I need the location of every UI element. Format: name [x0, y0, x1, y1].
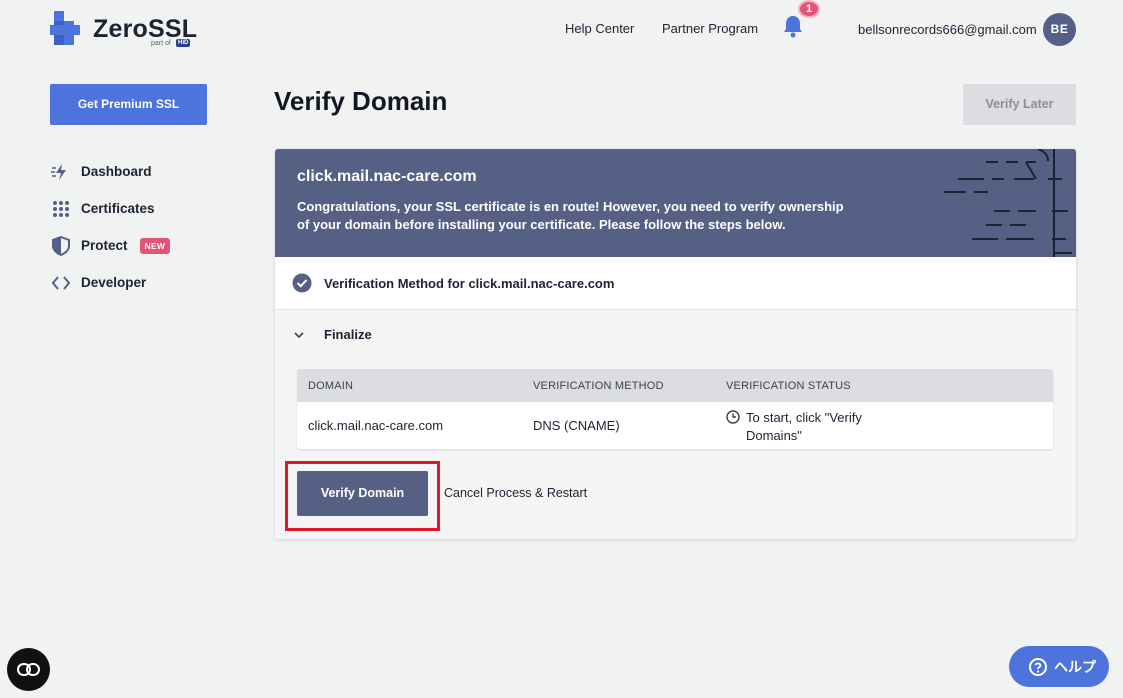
lightning-icon — [50, 162, 72, 182]
column-header-method: VERIFICATION METHOD — [533, 380, 664, 392]
user-email[interactable]: bellsonrecords666@gmail.com — [858, 22, 1037, 37]
page-title: Verify Domain — [274, 86, 448, 116]
sidebar-item-label: Dashboard — [81, 164, 152, 179]
row-status-text: To start, click "Verify Domains" — [746, 410, 862, 443]
verification-method-step[interactable]: Verification Method for click.mail.nac-c… — [275, 257, 1076, 310]
help-center-link[interactable]: Help Center — [565, 21, 634, 36]
avatar[interactable]: BE — [1043, 13, 1076, 46]
code-icon — [50, 273, 72, 293]
help-label: ヘルプ — [1054, 658, 1096, 675]
finalize-step[interactable]: Finalize — [292, 327, 372, 342]
verify-later-button[interactable]: Verify Later — [963, 84, 1076, 125]
step1-label: Verification Method for click.mail.nac-c… — [324, 275, 615, 291]
step2-label: Finalize — [324, 327, 372, 342]
sidebar-nav: Dashboard Certificates Protect NEW Devel… — [50, 153, 171, 301]
check-circle-icon — [292, 273, 312, 293]
table-header: DOMAIN VERIFICATION METHOD VERIFICATION … — [297, 369, 1053, 402]
cancel-process-link[interactable]: Cancel Process & Restart — [444, 486, 587, 500]
sidebar-item-certificates[interactable]: Certificates — [50, 190, 170, 227]
row-method: DNS (CNAME) — [533, 418, 620, 433]
sidebar-item-label: Certificates — [81, 201, 155, 216]
zerossl-logo-icon — [50, 11, 80, 45]
link-widget-button[interactable] — [7, 648, 50, 691]
chevron-down-icon — [294, 331, 304, 338]
row-domain: click.mail.nac-care.com — [308, 418, 444, 433]
clock-icon — [726, 410, 740, 424]
brand-sub: part of — [151, 40, 171, 47]
sidebar-item-protect[interactable]: Protect NEW — [50, 227, 171, 264]
hero-message: Congratulations, your SSL certificate is… — [297, 199, 844, 232]
grid-dots-icon — [50, 199, 72, 219]
shield-icon — [50, 235, 72, 256]
question-icon — [1029, 657, 1047, 676]
get-premium-ssl-button[interactable]: Get Premium SSL — [50, 84, 207, 125]
sidebar-item-label: Protect — [81, 238, 128, 253]
notification-badge: 1 — [798, 0, 820, 18]
row-status: To start, click "Verify Domains" — [726, 409, 896, 443]
column-header-domain: DOMAIN — [308, 380, 354, 392]
sidebar-item-developer[interactable]: Developer — [50, 264, 170, 301]
highlight-box — [285, 461, 440, 531]
sidebar-item-dashboard[interactable]: Dashboard — [50, 153, 170, 190]
hero-domain: click.mail.nac-care.com — [297, 168, 477, 185]
link-icon — [17, 663, 40, 676]
column-header-status: VERIFICATION STATUS — [726, 380, 851, 392]
partner-program-link[interactable]: Partner Program — [662, 21, 758, 36]
bell-icon[interactable] — [782, 14, 804, 38]
sidebar-item-label: Developer — [81, 275, 147, 290]
help-widget-button[interactable]: ヘルプ — [1009, 646, 1109, 687]
zerossl-logo[interactable]: ZeroSSL part of HID — [50, 11, 200, 49]
brand-parent: HID — [176, 39, 191, 47]
decorative-lines-art — [944, 149, 1072, 257]
new-badge: NEW — [139, 237, 171, 254]
hero-banner: click.mail.nac-care.com Congratulations,… — [275, 149, 1076, 257]
verification-table: DOMAIN VERIFICATION METHOD VERIFICATION … — [297, 369, 1053, 449]
